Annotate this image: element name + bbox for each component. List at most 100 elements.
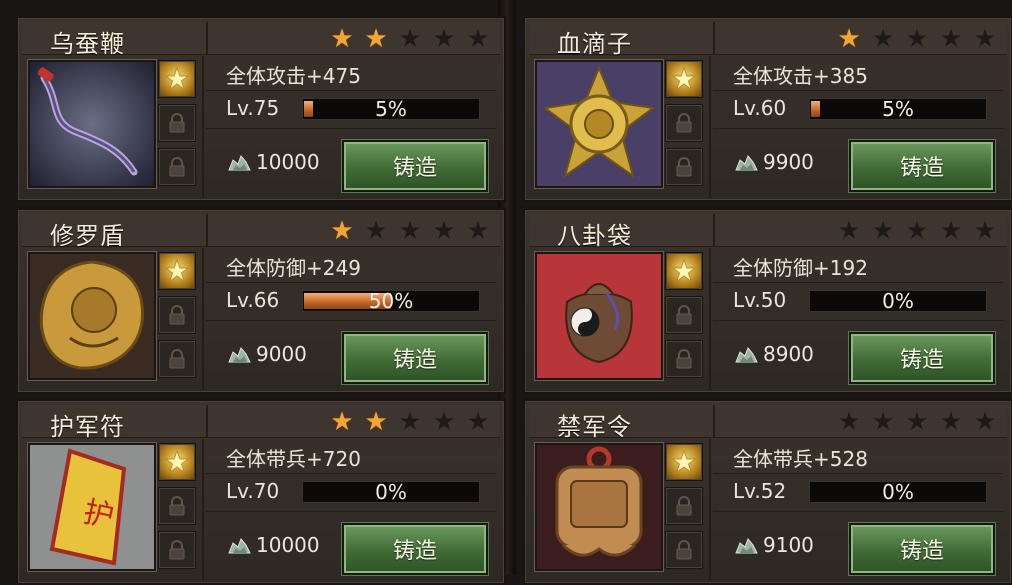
row-divider: [713, 90, 1003, 91]
locked-slot: [665, 296, 703, 334]
content-divider: [202, 248, 204, 390]
content-divider: [709, 248, 711, 390]
lock-icon: [676, 113, 692, 133]
star-rating: ★ ★ ★ ★ ★: [328, 26, 492, 52]
row-divider: [206, 511, 496, 512]
equipment-portrait[interactable]: [535, 60, 663, 188]
forge-progress-label: 0%: [882, 480, 914, 504]
equipment-portrait[interactable]: 护: [28, 443, 156, 571]
content-divider: [202, 56, 204, 198]
star-filled-icon: ★: [837, 24, 861, 54]
star-empty-icon: ★: [466, 407, 490, 437]
star-empty-icon: ★: [905, 216, 929, 246]
row-divider: [713, 320, 1003, 321]
header-divider: [206, 214, 208, 246]
lock-icon: [169, 349, 185, 369]
equipment-stat: 全体攻击+385: [733, 64, 868, 88]
star-empty-icon: ★: [871, 407, 895, 437]
forge-progress-bar: 0%: [302, 480, 480, 504]
gem-slots: [665, 60, 703, 192]
gold-star-slot[interactable]: [158, 443, 196, 481]
header-divider: [713, 405, 715, 437]
star-empty-icon: ★: [466, 216, 490, 246]
forge-progress-bar: 50%: [302, 289, 480, 313]
gold-star-icon: [164, 258, 190, 283]
star-empty-icon: ★: [364, 216, 388, 246]
lock-icon: [169, 113, 185, 133]
gold-star-icon: [164, 449, 190, 474]
star-empty-icon: ★: [466, 24, 490, 54]
star-empty-icon: ★: [398, 407, 422, 437]
star-filled-icon: ★: [330, 407, 354, 437]
equipment-portrait[interactable]: [28, 252, 156, 380]
silver-ore-icon: [735, 155, 758, 171]
gem-slots: [158, 60, 196, 192]
locked-slot: [158, 148, 196, 186]
equipment-card-6: 禁军令 ★ ★ ★ ★ ★ 全体带兵+528 Lv.52 0% 9100 铸造: [523, 399, 1012, 585]
forge-button[interactable]: 铸造: [849, 523, 995, 575]
star-rating: ★ ★ ★ ★ ★: [835, 218, 999, 244]
star-empty-icon: ★: [871, 216, 895, 246]
row-divider: [206, 473, 496, 474]
content-divider: [202, 439, 204, 581]
forge-cost: 9900: [733, 150, 814, 174]
gold-star-slot[interactable]: [665, 60, 703, 98]
star-filled-icon: ★: [364, 407, 388, 437]
star-empty-icon: ★: [837, 216, 861, 246]
star-filled-icon: ★: [364, 24, 388, 54]
card-header: 血滴子 ★ ★ ★ ★ ★: [529, 22, 1007, 58]
gold-star-icon: [671, 66, 697, 91]
gem-slots: [665, 443, 703, 575]
cost-value: 10000: [256, 533, 320, 557]
forge-progress-label: 0%: [375, 480, 407, 504]
card-header: 乌蚕鞭 ★ ★ ★ ★ ★: [22, 22, 500, 58]
forge-button[interactable]: 铸造: [342, 523, 488, 575]
gold-star-slot[interactable]: [158, 252, 196, 290]
star-empty-icon: ★: [905, 24, 929, 54]
equipment-stat: 全体防御+249: [226, 256, 361, 280]
locked-slot: [158, 296, 196, 334]
star-empty-icon: ★: [905, 407, 929, 437]
silver-ore-icon: [228, 155, 251, 171]
talisman-icon: 护: [30, 445, 154, 569]
card-header: 八卦袋 ★ ★ ★ ★ ★: [529, 214, 1007, 250]
gold-star-slot[interactable]: [665, 252, 703, 290]
content-divider: [709, 56, 711, 198]
equipment-portrait[interactable]: [28, 60, 156, 188]
star-empty-icon: ★: [432, 216, 456, 246]
forge-button[interactable]: 铸造: [342, 332, 488, 384]
locked-slot: [665, 531, 703, 569]
equipment-stat: 全体带兵+720: [226, 447, 361, 471]
forge-button[interactable]: 铸造: [849, 140, 995, 192]
star-empty-icon: ★: [432, 407, 456, 437]
star-empty-icon: ★: [871, 24, 895, 54]
equipment-name: 血滴子: [557, 30, 632, 58]
locked-slot: [158, 104, 196, 142]
equipment-level: Lv.52: [733, 479, 787, 503]
gem-slots: [158, 443, 196, 575]
gold-star-slot[interactable]: [158, 60, 196, 98]
header-divider: [713, 214, 715, 246]
star-rating: ★ ★ ★ ★ ★: [835, 409, 999, 435]
equipment-card-2: 血滴子 ★ ★ ★ ★ ★ 全体攻击+385 Lv.60 5% 9900 铸造: [523, 16, 1012, 202]
equipment-portrait[interactable]: [535, 443, 663, 571]
gem-slots: [665, 252, 703, 384]
lock-icon: [169, 540, 185, 560]
forge-button[interactable]: 铸造: [342, 140, 488, 192]
forge-button[interactable]: 铸造: [849, 332, 995, 384]
row-divider: [713, 473, 1003, 474]
equipment-card-3: 修罗盾 ★ ★ ★ ★ ★ 全体防御+249 Lv.66 50% 9000 铸造: [16, 208, 506, 394]
gold-star-slot[interactable]: [665, 443, 703, 481]
forge-progress-bar: 0%: [809, 480, 987, 504]
star-empty-icon: ★: [939, 407, 963, 437]
card-header: 修罗盾 ★ ★ ★ ★ ★: [22, 214, 500, 250]
card-header: 禁军令 ★ ★ ★ ★ ★: [529, 405, 1007, 441]
star-empty-icon: ★: [939, 216, 963, 246]
shield-icon: [30, 254, 154, 378]
equipment-portrait[interactable]: [535, 252, 663, 380]
row-divider: [206, 128, 496, 129]
lock-icon: [676, 496, 692, 516]
equipment-name: 乌蚕鞭: [50, 30, 125, 58]
forge-cost: 9100: [733, 533, 814, 557]
star-empty-icon: ★: [398, 216, 422, 246]
